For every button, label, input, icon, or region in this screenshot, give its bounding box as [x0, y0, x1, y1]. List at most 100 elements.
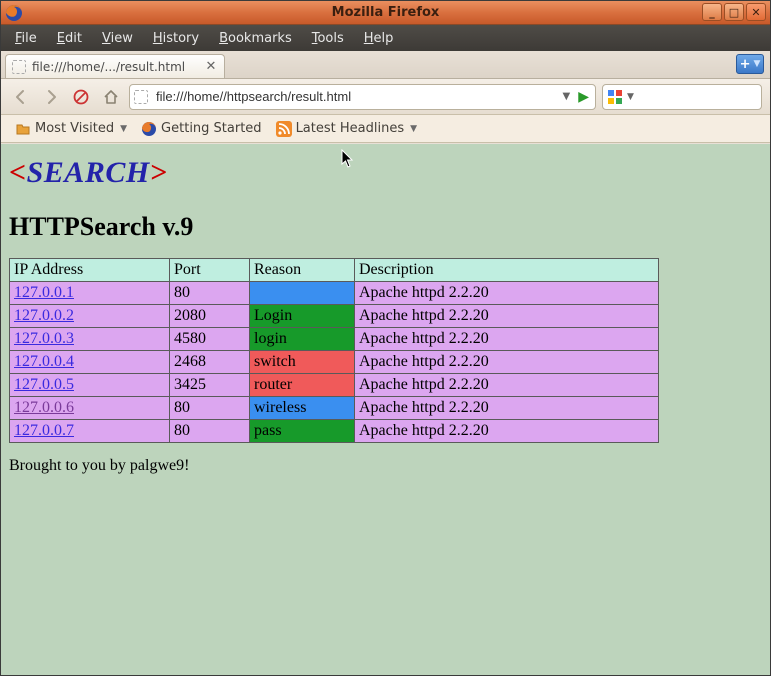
cell-ip: 127.0.0.2	[10, 305, 170, 328]
ip-link[interactable]: 127.0.0.3	[14, 330, 74, 347]
page-footer: Brought to you by palgwe9!	[9, 457, 762, 475]
tab-active[interactable]: file:///home/.../result.html ✕	[5, 54, 225, 78]
maximize-button[interactable]: □	[724, 3, 744, 21]
menu-view[interactable]: View	[94, 28, 141, 49]
ip-link[interactable]: 127.0.0.2	[14, 307, 74, 324]
cell-description: Apache httpd 2.2.20	[355, 328, 659, 351]
cell-ip: 127.0.0.3	[10, 328, 170, 351]
tab-favicon	[12, 60, 26, 74]
rss-icon	[276, 121, 292, 137]
ip-link[interactable]: 127.0.0.6	[14, 399, 74, 416]
search-input[interactable]	[638, 88, 771, 105]
chevron-down-icon: ▼	[753, 59, 760, 69]
angle-left-icon: <	[9, 156, 27, 189]
bookmarks-toolbar: Most Visited ▼ Getting Started Latest He…	[1, 115, 770, 143]
col-desc: Description	[355, 259, 659, 282]
table-row: 127.0.0.2 2080LoginApache httpd 2.2.20	[10, 305, 659, 328]
bookmark-label: Most Visited	[35, 121, 114, 136]
table-row: 127.0.0.5 3425routerApache httpd 2.2.20	[10, 374, 659, 397]
menu-help[interactable]: Help	[356, 28, 402, 49]
col-ip: IP Address	[10, 259, 170, 282]
home-button[interactable]	[99, 85, 123, 109]
page-viewport: <SEARCH> HTTPSearch v.9 IP Address Port …	[1, 144, 770, 675]
cell-reason	[250, 282, 355, 305]
tab-label: file:///home/.../result.html	[32, 60, 198, 74]
col-reason: Reason	[250, 259, 355, 282]
close-button[interactable]: ✕	[746, 3, 766, 21]
search-bar[interactable]: ▼	[602, 84, 762, 110]
navigation-toolbar: ▼ ▶ ▼	[1, 79, 770, 115]
plus-icon: +	[740, 57, 751, 72]
maximize-icon: □	[729, 6, 739, 19]
cell-reason: login	[250, 328, 355, 351]
cell-description: Apache httpd 2.2.20	[355, 397, 659, 420]
ip-link[interactable]: 127.0.0.5	[14, 376, 74, 393]
menu-edit[interactable]: Edit	[49, 28, 90, 49]
cell-reason: switch	[250, 351, 355, 374]
menu-tools[interactable]: Tools	[304, 28, 352, 49]
window-buttons: _ □ ✕	[702, 3, 766, 21]
google-icon	[607, 89, 623, 105]
table-row: 127.0.0.34580loginApache httpd 2.2.20	[10, 328, 659, 351]
firefox-icon	[141, 121, 157, 137]
cell-description: Apache httpd 2.2.20	[355, 305, 659, 328]
firefox-icon	[5, 4, 23, 22]
folder-icon	[15, 121, 31, 137]
cell-reason: wireless	[250, 397, 355, 420]
bookmark-most-visited[interactable]: Most Visited ▼	[9, 118, 133, 140]
forward-button[interactable]	[39, 85, 63, 109]
cell-description: Apache httpd 2.2.20	[355, 420, 659, 443]
ip-link[interactable]: 127.0.0.1	[14, 284, 74, 301]
close-icon: ✕	[751, 6, 760, 19]
url-dropdown[interactable]: ▼	[563, 91, 571, 102]
ip-link[interactable]: 127.0.0.4	[14, 353, 74, 370]
bookmark-getting-started[interactable]: Getting Started	[135, 118, 268, 140]
chevron-down-icon: ▼	[120, 124, 127, 134]
cell-ip: 127.0.0.4	[10, 351, 170, 374]
cell-ip: 127.0.0.1	[10, 282, 170, 305]
title-bar: Mozilla Firefox _ □ ✕	[1, 1, 770, 25]
tab-strip: file:///home/.../result.html ✕ + ▼	[1, 51, 770, 79]
cell-port: 2468	[170, 351, 250, 374]
minimize-icon: _	[709, 6, 715, 19]
cell-port: 80	[170, 282, 250, 305]
url-input[interactable]	[154, 88, 557, 105]
new-tab-button[interactable]: + ▼	[736, 54, 764, 74]
back-button[interactable]	[9, 85, 33, 109]
page-logo: <SEARCH>	[9, 156, 762, 190]
cell-ip: 127.0.0.6	[10, 397, 170, 420]
minimize-button[interactable]: _	[702, 3, 722, 21]
menu-bookmarks[interactable]: Bookmarks	[211, 28, 300, 49]
cell-description: Apache httpd 2.2.20	[355, 351, 659, 374]
cell-ip: 127.0.0.7	[10, 420, 170, 443]
cell-port: 80	[170, 420, 250, 443]
table-row: 127.0.0.180Apache httpd 2.2.20	[10, 282, 659, 305]
cell-port: 3425	[170, 374, 250, 397]
ip-link[interactable]: 127.0.0.7	[14, 422, 74, 439]
go-button[interactable]: ▶	[576, 89, 591, 105]
cell-ip: 127.0.0.5	[10, 374, 170, 397]
tab-close-button[interactable]: ✕	[204, 60, 218, 74]
chevron-down-icon: ▼	[410, 124, 417, 134]
cell-description: Apache httpd 2.2.20	[355, 374, 659, 397]
menu-history[interactable]: History	[145, 28, 207, 49]
table-header-row: IP Address Port Reason Description	[10, 259, 659, 282]
url-favicon	[134, 90, 148, 104]
bookmark-label: Getting Started	[161, 121, 262, 136]
logo-text: SEARCH	[27, 156, 150, 189]
stop-button[interactable]	[69, 85, 93, 109]
firefox-window: Mozilla Firefox _ □ ✕ File Edit View His…	[0, 0, 771, 676]
table-row: 127.0.0.680wirelessApache httpd 2.2.20	[10, 397, 659, 420]
bookmark-label: Latest Headlines	[296, 121, 405, 136]
url-bar[interactable]: ▼ ▶	[129, 84, 596, 110]
search-engine-dropdown[interactable]: ▼	[627, 92, 634, 102]
cell-reason: Login	[250, 305, 355, 328]
cell-reason: router	[250, 374, 355, 397]
col-port: Port	[170, 259, 250, 282]
bookmark-latest-headlines[interactable]: Latest Headlines ▼	[270, 118, 423, 140]
table-row: 127.0.0.4 2468switchApache httpd 2.2.20	[10, 351, 659, 374]
angle-right-icon: >	[150, 156, 168, 189]
cell-port: 2080	[170, 305, 250, 328]
window-title: Mozilla Firefox	[332, 5, 440, 20]
menu-file[interactable]: File	[7, 28, 45, 49]
